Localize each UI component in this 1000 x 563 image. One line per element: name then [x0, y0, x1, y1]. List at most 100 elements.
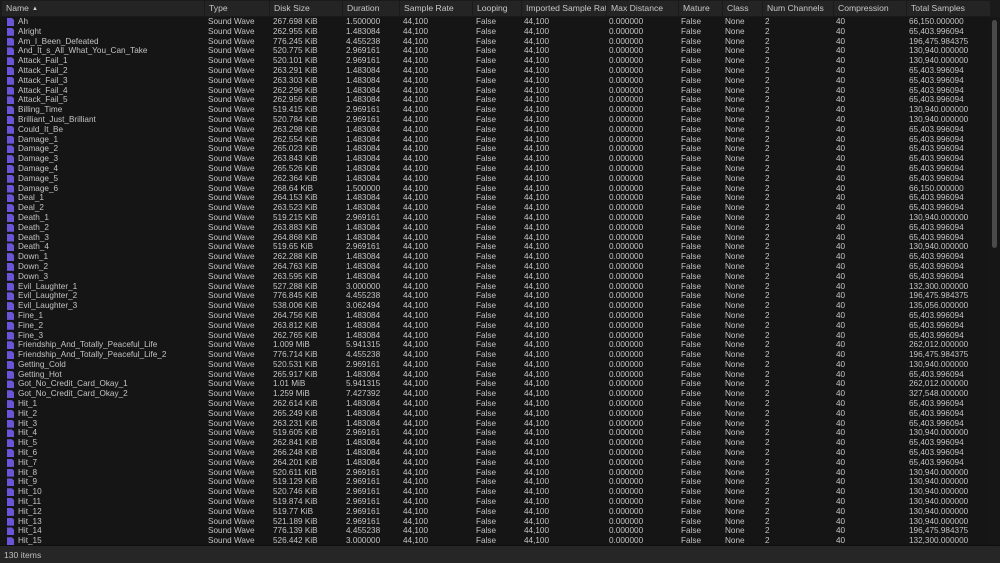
cell-mature: False: [681, 154, 702, 164]
column-header-class[interactable]: Class: [723, 1, 762, 16]
table-row[interactable]: Down_2 Sound Wave 264.763 KiB 1.483084 44,10…: [0, 262, 990, 272]
column-header-name[interactable]: Name ▲: [2, 1, 204, 16]
cell-max-distance: 0.000000: [609, 448, 644, 458]
cell-type: Sound Wave: [208, 448, 255, 458]
cell-type: Sound Wave: [208, 497, 255, 507]
cell-class: None: [725, 291, 745, 301]
table-row[interactable]: Hit_10 Sound Wave 520.746 KiB 2.969161 44,10…: [0, 487, 990, 497]
table-row[interactable]: Death_1 Sound Wave 519.215 KiB 2.969161 44,1…: [0, 213, 990, 223]
column-header-sample-rate[interactable]: Sample Rate: [400, 1, 472, 16]
cell-disk-size: 520.784 KiB: [273, 114, 318, 124]
table-row[interactable]: Attack_Fail_2 Sound Wave 263.291 KiB 1.4830…: [0, 66, 990, 76]
table-row[interactable]: Down_1 Sound Wave 262.288 KiB 1.483084 44,10…: [0, 252, 990, 262]
table-row[interactable]: Death_2 Sound Wave 263.883 KiB 1.483084 44,1…: [0, 223, 990, 233]
cell-looping: False: [476, 438, 497, 448]
table-row[interactable]: Hit_2 Sound Wave 265.249 KiB 1.483084 44,100…: [0, 409, 990, 419]
table-row[interactable]: Fine_3 Sound Wave 262.765 KiB 1.483084 44,10…: [0, 331, 990, 341]
cell-total-samples: 130,940.000000: [909, 477, 969, 487]
table-row[interactable]: Could_It_Be Sound Wave 263.298 KiB 1.483084…: [0, 125, 990, 135]
table-row[interactable]: Brilliant_Just_Brilliant Sound Wave 520.78…: [0, 115, 990, 125]
table-row[interactable]: Damage_6 Sound Wave 268.64 KiB 1.500000 44,1…: [0, 184, 990, 194]
cell-imported-sample-rate: 44,100: [524, 301, 550, 311]
table-row[interactable]: Am_I_Been_Defeated Sound Wave 776.245 KiB 4…: [0, 37, 990, 47]
cell-sample-rate: 44,100: [403, 85, 429, 95]
table-row[interactable]: Attack_Fail_5 Sound Wave 262.956 KiB 1.4830…: [0, 95, 990, 105]
column-header-imported-sample-rate[interactable]: Imported Sample Rate: [522, 1, 606, 16]
sound-wave-asset-icon: [7, 164, 14, 173]
column-header-duration[interactable]: Duration: [343, 1, 399, 16]
cell-mature: False: [681, 467, 702, 477]
table-row[interactable]: Alright Sound Wave 262.955 KiB 1.483084 44,1…: [0, 27, 990, 37]
cell-mature: False: [681, 497, 702, 507]
table-row[interactable]: Hit_5 Sound Wave 262.841 KiB 1.483084 44,100…: [0, 438, 990, 448]
table-row[interactable]: And_It_s_All_What_You_Can_Take Sound Wave…: [0, 46, 990, 56]
table-row[interactable]: Ah Sound Wave 267.698 KiB 1.500000 44,100 Fal…: [0, 17, 990, 27]
cell-looping: False: [476, 252, 497, 262]
table-row[interactable]: Friendship_And_Totally_Peaceful_Life Soun…: [0, 340, 990, 350]
cell-class: None: [725, 497, 745, 507]
cell-total-samples: 65,403.996094: [909, 85, 964, 95]
column-header-looping[interactable]: Looping: [473, 1, 521, 16]
table-row[interactable]: Attack_Fail_4 Sound Wave 262.296 KiB 1.4830…: [0, 86, 990, 96]
table-row[interactable]: Evil_Laughter_2 Sound Wave 776.845 KiB 4.45…: [0, 291, 990, 301]
table-row[interactable]: Damage_5 Sound Wave 262.364 KiB 1.483084 44,…: [0, 174, 990, 184]
cell-class: None: [725, 487, 745, 497]
table-row[interactable]: Attack_Fail_1 Sound Wave 520.101 KiB 2.9691…: [0, 56, 990, 66]
column-header-compression[interactable]: Compression: [834, 1, 906, 16]
table-row[interactable]: Hit_4 Sound Wave 519.605 KiB 2.969161 44,100…: [0, 428, 990, 438]
column-header-num-channels[interactable]: Num Channels: [763, 1, 833, 16]
table-row[interactable]: Damage_4 Sound Wave 265.526 KiB 1.483084 44,…: [0, 164, 990, 174]
sound-wave-asset-icon: [7, 400, 14, 409]
table-row[interactable]: Hit_1 Sound Wave 262.614 KiB 1.483084 44,100…: [0, 399, 990, 409]
table-row[interactable]: Hit_7 Sound Wave 264.201 KiB 1.483084 44,100…: [0, 458, 990, 468]
column-header-max-distance[interactable]: Max Distance: [607, 1, 678, 16]
table-row[interactable]: Got_No_Credit_Card_Okay_2 Sound Wave 1.259…: [0, 389, 990, 399]
vertical-scrollbar-thumb[interactable]: [992, 20, 997, 248]
cell-class: None: [725, 124, 745, 134]
column-header-mature[interactable]: Mature: [679, 1, 722, 16]
column-header-total-samples[interactable]: Total Samples: [907, 1, 990, 16]
cell-disk-size: 262.765 KiB: [273, 330, 318, 340]
table-row[interactable]: Evil_Laughter_1 Sound Wave 527.288 KiB 3.00…: [0, 282, 990, 292]
cell-name: Fine_3: [18, 330, 44, 340]
cell-name: Billing_Time: [18, 105, 63, 115]
table-row[interactable]: Deal_2 Sound Wave 263.523 KiB 1.483084 44,10…: [0, 203, 990, 213]
table-row[interactable]: Hit_12 Sound Wave 519.77 KiB 2.969161 44,100…: [0, 507, 990, 517]
table-row[interactable]: Damage_1 Sound Wave 262.554 KiB 1.483084 44,…: [0, 135, 990, 145]
table-row[interactable]: Death_3 Sound Wave 264.868 KiB 1.483084 44,1…: [0, 233, 990, 243]
table-row[interactable]: Hit_11 Sound Wave 519.874 KiB 2.969161 44,10…: [0, 497, 990, 507]
table-row[interactable]: Hit_14 Sound Wave 776.139 KiB 4.455238 44,10…: [0, 526, 990, 536]
column-header-disk-size[interactable]: Disk Size: [270, 1, 342, 16]
cell-max-distance: 0.000000: [609, 379, 644, 389]
cell-sample-rate: 44,100: [403, 95, 429, 105]
table-row[interactable]: Billing_Time Sound Wave 519.415 KiB 2.96916…: [0, 105, 990, 115]
table-row[interactable]: Hit_6 Sound Wave 266.248 KiB 1.483084 44,100…: [0, 448, 990, 458]
table-row[interactable]: Fine_1 Sound Wave 264.756 KiB 1.483084 44,10…: [0, 311, 990, 321]
table-row[interactable]: Down_3 Sound Wave 263.595 KiB 1.483084 44,10…: [0, 272, 990, 282]
table-row[interactable]: Getting_Hot Sound Wave 265.917 KiB 1.483084…: [0, 370, 990, 380]
cell-max-distance: 0.000000: [609, 46, 644, 56]
table-row[interactable]: Damage_2 Sound Wave 265.023 KiB 1.483084 44,…: [0, 144, 990, 154]
cell-imported-sample-rate: 44,100: [524, 330, 550, 340]
table-row[interactable]: Fine_2 Sound Wave 263.812 KiB 1.483084 44,10…: [0, 321, 990, 331]
table-row[interactable]: Hit_15 Sound Wave 526.442 KiB 3.000000 44,10…: [0, 536, 990, 545]
table-row[interactable]: Evil_Laughter_3 Sound Wave 538.006 KiB 3.06…: [0, 301, 990, 311]
cell-class: None: [725, 320, 745, 330]
table-row[interactable]: Friendship_And_Totally_Peaceful_Life_2 So…: [0, 350, 990, 360]
table-row[interactable]: Attack_Fail_3 Sound Wave 263.303 KiB 1.4830…: [0, 76, 990, 86]
table-row[interactable]: Getting_Cold Sound Wave 520.531 KiB 2.96916…: [0, 360, 990, 370]
table-row[interactable]: Hit_3 Sound Wave 263.231 KiB 1.483084 44,100…: [0, 419, 990, 429]
table-row[interactable]: Damage_3 Sound Wave 263.843 KiB 1.483084 44,…: [0, 154, 990, 164]
table-row[interactable]: Death_4 Sound Wave 519.65 KiB 2.969161 44,10…: [0, 242, 990, 252]
cell-total-samples: 65,403.996094: [909, 65, 964, 75]
table-row[interactable]: Hit_13 Sound Wave 521.189 KiB 2.969161 44,10…: [0, 517, 990, 527]
cell-class: None: [725, 389, 745, 399]
table-row[interactable]: Deal_1 Sound Wave 264.153 KiB 1.483084 44,10…: [0, 193, 990, 203]
table-row[interactable]: Hit_9 Sound Wave 519.129 KiB 2.969161 44,100…: [0, 477, 990, 487]
table-row[interactable]: Got_No_Credit_Card_Okay_1 Sound Wave 1.01 …: [0, 379, 990, 389]
cell-imported-sample-rate: 44,100: [524, 154, 550, 164]
column-header-type[interactable]: Type: [205, 1, 269, 16]
table-row[interactable]: Hit_8 Sound Wave 520.611 KiB 2.969161 44,100…: [0, 468, 990, 478]
cell-looping: False: [476, 359, 497, 369]
sound-wave-asset-icon: [7, 449, 14, 458]
